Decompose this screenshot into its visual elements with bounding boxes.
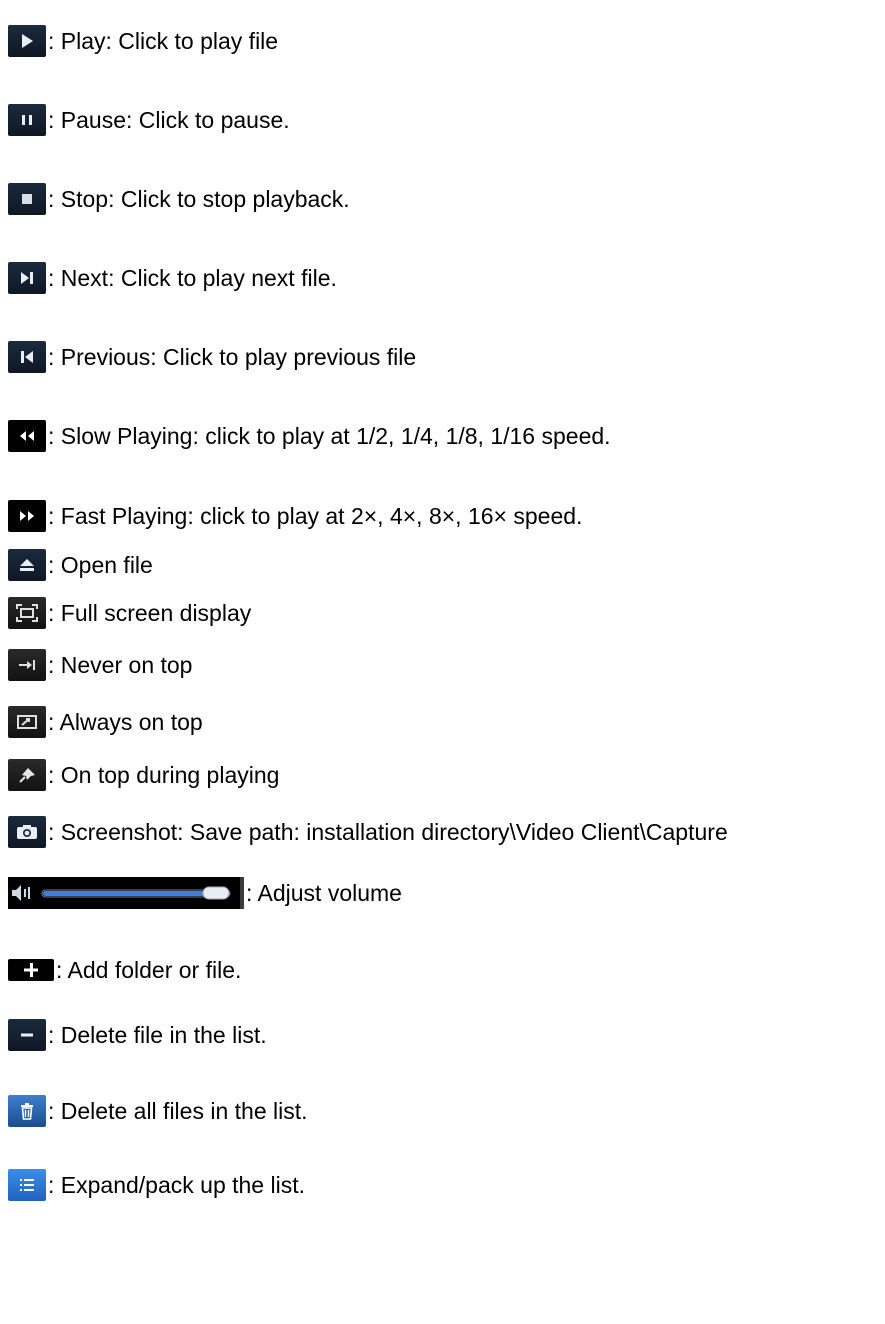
delete-all-item: : Delete all files in the list. xyxy=(8,1091,308,1131)
delete-all-description: : Delete all files in the list. xyxy=(48,1097,308,1124)
never-on-top-description: : Never on top xyxy=(48,651,193,678)
stop-description: : Stop: Click to stop playback. xyxy=(48,185,350,212)
volume-item: : Adjust volume xyxy=(8,873,402,913)
delete-item: : Delete file in the list. xyxy=(8,1015,267,1055)
next-icon[interactable] xyxy=(8,262,46,294)
list-description: : Expand/pack up the list. xyxy=(48,1171,305,1198)
pause-item: : Pause: Click to pause. xyxy=(8,100,290,140)
play-icon[interactable] xyxy=(8,25,46,57)
play-description: : Play: Click to play file xyxy=(48,27,279,54)
screenshot-item: : Screenshot: Save path: installation di… xyxy=(8,812,728,852)
volume-slider[interactable] xyxy=(8,877,244,909)
add-item: : Add folder or file. xyxy=(8,950,241,990)
list-icon[interactable] xyxy=(8,1169,46,1201)
volume-description: : Adjust volume xyxy=(246,879,402,906)
stop-item: : Stop: Click to stop playback. xyxy=(8,179,350,219)
add-icon[interactable] xyxy=(8,959,54,981)
play-item: : Play: Click to play file xyxy=(8,21,278,61)
camera-icon[interactable] xyxy=(8,816,46,848)
delete-icon[interactable] xyxy=(8,1019,46,1051)
pause-description: : Pause: Click to pause. xyxy=(48,106,290,133)
fast-play-icon[interactable] xyxy=(8,500,46,532)
list-item: : Expand/pack up the list. xyxy=(8,1165,305,1205)
trash-icon[interactable] xyxy=(8,1095,46,1127)
slow-play-description: : Slow Playing: click to play at 1/2, 1/… xyxy=(48,422,611,449)
next-description: : Next: Click to play next file. xyxy=(48,264,337,291)
fullscreen-item: : Full screen display xyxy=(8,593,251,633)
slow-play-icon[interactable] xyxy=(8,420,46,452)
delete-description: : Delete file in the list. xyxy=(48,1021,267,1048)
fast-play-description: : Fast Playing: click to play at 2×, 4×,… xyxy=(48,502,583,529)
fast-play-item: : Fast Playing: click to play at 2×, 4×,… xyxy=(8,496,582,536)
pause-icon[interactable] xyxy=(8,104,46,136)
on-top-during-playing-icon[interactable] xyxy=(8,759,46,791)
open-file-item: : Open file xyxy=(8,545,153,585)
next-item: : Next: Click to play next file. xyxy=(8,258,337,298)
previous-description: : Previous: Click to play previous file xyxy=(48,343,417,370)
always-on-top-item: : Always on top xyxy=(8,702,203,742)
fullscreen-description: : Full screen display xyxy=(48,599,252,626)
previous-item: : Previous: Click to play previous file xyxy=(8,337,416,377)
never-on-top-icon[interactable] xyxy=(8,649,46,681)
fullscreen-icon[interactable] xyxy=(8,597,46,629)
stop-icon[interactable] xyxy=(8,183,46,215)
always-on-top-icon[interactable] xyxy=(8,706,46,738)
open-file-description: : Open file xyxy=(48,551,153,578)
open-file-icon[interactable] xyxy=(8,549,46,581)
on-top-during-playing-description: : On top during playing xyxy=(48,761,280,788)
always-on-top-description: : Always on top xyxy=(48,708,203,735)
slow-play-item: : Slow Playing: click to play at 1/2, 1/… xyxy=(8,416,611,456)
add-description: : Add folder or file. xyxy=(56,956,242,983)
screenshot-description: : Screenshot: Save path: installation di… xyxy=(48,818,728,845)
previous-icon[interactable] xyxy=(8,341,46,373)
volume-slider-graphic xyxy=(12,885,231,901)
never-on-top-item: : Never on top xyxy=(8,645,192,685)
on-top-during-playing-item: : On top during playing xyxy=(8,755,279,795)
